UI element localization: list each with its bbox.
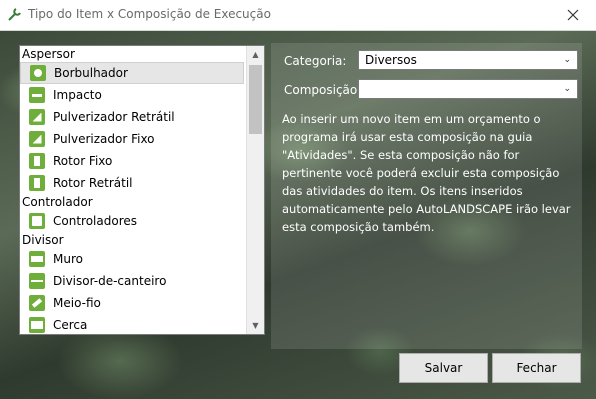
list-item-label: Muro bbox=[53, 252, 83, 266]
list-item-label: Rotor Retrátil bbox=[53, 176, 133, 190]
wall-icon bbox=[29, 251, 45, 267]
fixed-spray-icon bbox=[29, 131, 45, 147]
fence-icon bbox=[29, 317, 45, 333]
composicao-label: Composição: bbox=[284, 83, 362, 97]
list-item[interactable]: Cerca bbox=[20, 314, 246, 334]
info-text: Ao inserir um novo item em um orçamento … bbox=[282, 112, 571, 234]
categoria-label: Categoria: bbox=[284, 54, 347, 68]
controller-icon bbox=[29, 213, 45, 229]
list-group-header: Aspersor bbox=[22, 47, 75, 61]
categoria-select[interactable]: Diversos ⌄ bbox=[358, 50, 578, 70]
list-item-label: Rotor Fixo bbox=[53, 154, 113, 168]
list-item[interactable]: Pulverizador Fixo bbox=[20, 128, 246, 150]
item-type-list-content: Aspersor Borbulhador Impacto Pulverizador R… bbox=[20, 46, 246, 334]
list-item[interactable]: Impacto bbox=[20, 84, 246, 106]
list-group-header: Divisor bbox=[22, 233, 64, 247]
list-item[interactable]: Controladores bbox=[20, 210, 246, 232]
scroll-up-arrow-icon[interactable]: ▲ bbox=[247, 46, 264, 63]
list-item[interactable]: Muro bbox=[20, 248, 246, 270]
item-type-list[interactable]: Aspersor Borbulhador Impacto Pulverizador R… bbox=[19, 45, 265, 335]
scroll-down-arrow-icon[interactable]: ▼ bbox=[247, 317, 264, 334]
window-title: Tipo do Item x Composição de Execução bbox=[28, 7, 271, 21]
chevron-down-icon: ⌄ bbox=[563, 55, 571, 65]
list-item-label: Meio-fio bbox=[53, 296, 101, 310]
list-item-label: Pulverizador Fixo bbox=[53, 132, 155, 146]
list-item[interactable]: Rotor Fixo bbox=[20, 150, 246, 172]
list-item[interactable]: Divisor-de-canteiro bbox=[20, 270, 246, 292]
list-item-label: Borbulhador bbox=[54, 66, 128, 80]
save-button[interactable]: Salvar bbox=[399, 353, 488, 383]
list-item[interactable]: Rotor Retrátil bbox=[20, 172, 246, 194]
list-item-label: Cerca bbox=[53, 318, 88, 332]
list-item-label: Impacto bbox=[53, 88, 102, 102]
title-bar: Tipo do Item x Composição de Execução bbox=[0, 0, 596, 31]
list-group-header: Controlador bbox=[22, 195, 93, 209]
chevron-down-icon: ⌄ bbox=[563, 84, 571, 94]
composicao-select[interactable]: ⌄ bbox=[358, 79, 578, 99]
fixed-rotor-icon bbox=[29, 153, 45, 169]
bubbler-icon bbox=[30, 65, 46, 81]
list-item[interactable]: Borbulhador bbox=[20, 62, 244, 84]
list-scrollbar[interactable]: ▲ ▼ bbox=[246, 46, 264, 334]
close-button[interactable]: Fechar bbox=[492, 353, 581, 383]
scrollbar-thumb[interactable] bbox=[249, 65, 262, 134]
list-item-label: Pulverizador Retrátil bbox=[53, 110, 175, 124]
list-item[interactable]: Pulverizador Retrátil bbox=[20, 106, 246, 128]
wrench-icon bbox=[8, 8, 21, 21]
categoria-value: Diversos bbox=[365, 53, 417, 67]
bed-divider-icon bbox=[29, 273, 45, 289]
close-icon bbox=[567, 9, 579, 21]
list-item-label: Controladores bbox=[53, 214, 137, 228]
retractable-spray-icon bbox=[29, 109, 45, 125]
curb-icon bbox=[29, 295, 45, 311]
close-window-button[interactable] bbox=[550, 0, 596, 30]
list-item-label: Divisor-de-canteiro bbox=[53, 274, 167, 288]
impact-sprinkler-icon bbox=[29, 87, 45, 103]
retractable-rotor-icon bbox=[29, 175, 45, 191]
list-item[interactable]: Meio-fio bbox=[20, 292, 246, 314]
